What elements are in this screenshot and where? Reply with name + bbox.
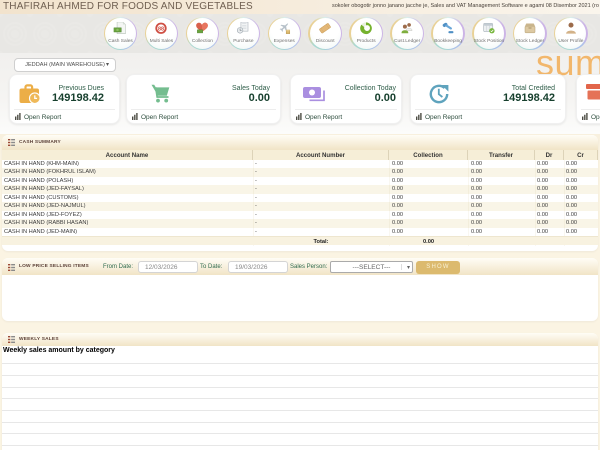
svg-text:88: 88 — [158, 27, 164, 33]
